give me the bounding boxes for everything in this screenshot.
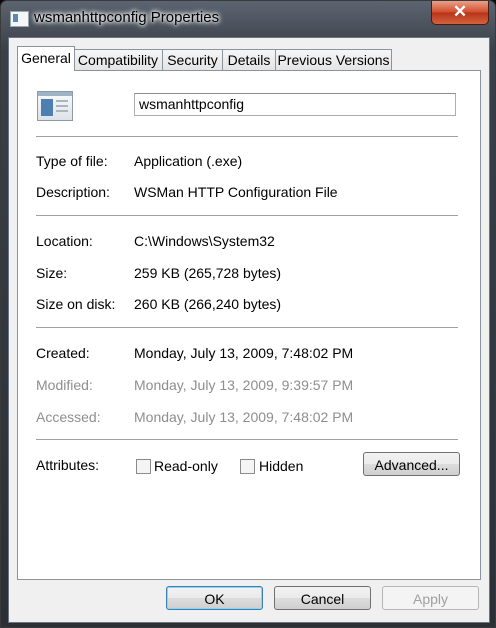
tab-label: Compatibility <box>77 52 159 68</box>
ok-button[interactable]: OK <box>166 586 263 610</box>
window-icon <box>10 11 29 27</box>
description-value: WSMan HTTP Configuration File <box>134 184 338 200</box>
accessed-value: Monday, July 13, 2009, 7:48:02 PM <box>134 409 354 425</box>
modified-label: Modified: <box>36 377 93 393</box>
advanced-button[interactable]: Advanced... <box>363 452 460 476</box>
separator <box>36 215 458 216</box>
cancel-button[interactable]: Cancel <box>274 586 371 610</box>
file-name-input[interactable] <box>134 93 456 116</box>
tab-security[interactable]: Security <box>162 49 223 70</box>
tab-details[interactable]: Details <box>222 49 276 70</box>
title-bar[interactable]: wsmanhttpconfig Properties ✕ <box>1 1 495 37</box>
properties-window: wsmanhttpconfig Properties ✕ General Com… <box>0 0 496 628</box>
created-label: Created: <box>36 345 90 361</box>
tab-general[interactable]: General <box>17 46 75 71</box>
close-icon: ✕ <box>452 2 468 21</box>
read-only-label[interactable]: Read-only <box>154 458 218 474</box>
hidden-checkbox[interactable] <box>240 459 255 474</box>
attributes-label: Attributes: <box>36 457 100 473</box>
tab-label: Security <box>167 52 218 68</box>
description-label: Description: <box>36 184 110 200</box>
window-title: wsmanhttpconfig Properties <box>34 9 220 26</box>
accessed-label: Accessed: <box>36 409 101 425</box>
tab-label: General <box>21 50 71 66</box>
tab-compatibility[interactable]: Compatibility <box>73 49 163 70</box>
separator <box>36 439 458 440</box>
close-button[interactable]: ✕ <box>431 1 489 25</box>
size-label: Size: <box>36 265 68 281</box>
size-value: 259 KB (265,728 bytes) <box>134 265 282 281</box>
type-of-file-label: Type of file: <box>36 153 108 169</box>
size-on-disk-label: Size on disk: <box>36 296 116 312</box>
general-tab-panel: Type of file: Application (.exe) Descrip… <box>17 70 481 580</box>
type-of-file-value: Application (.exe) <box>134 153 243 169</box>
separator <box>36 136 458 137</box>
location-value: C:\Windows\System32 <box>134 233 275 249</box>
tab-label: Previous Versions <box>277 52 390 68</box>
hidden-label[interactable]: Hidden <box>259 458 303 474</box>
apply-button: Apply <box>382 586 479 610</box>
dialog-client-area: General Compatibility Security Details P… <box>8 37 490 623</box>
tab-previous-versions[interactable]: Previous Versions <box>275 49 392 70</box>
created-value: Monday, July 13, 2009, 7:48:02 PM <box>134 345 354 361</box>
application-file-icon <box>37 91 73 121</box>
size-on-disk-value: 260 KB (266,240 bytes) <box>134 296 282 312</box>
read-only-checkbox[interactable] <box>136 459 151 474</box>
location-label: Location: <box>36 233 93 249</box>
modified-value: Monday, July 13, 2009, 9:39:57 PM <box>134 377 354 393</box>
tab-label: Details <box>227 52 271 68</box>
separator <box>36 327 458 328</box>
